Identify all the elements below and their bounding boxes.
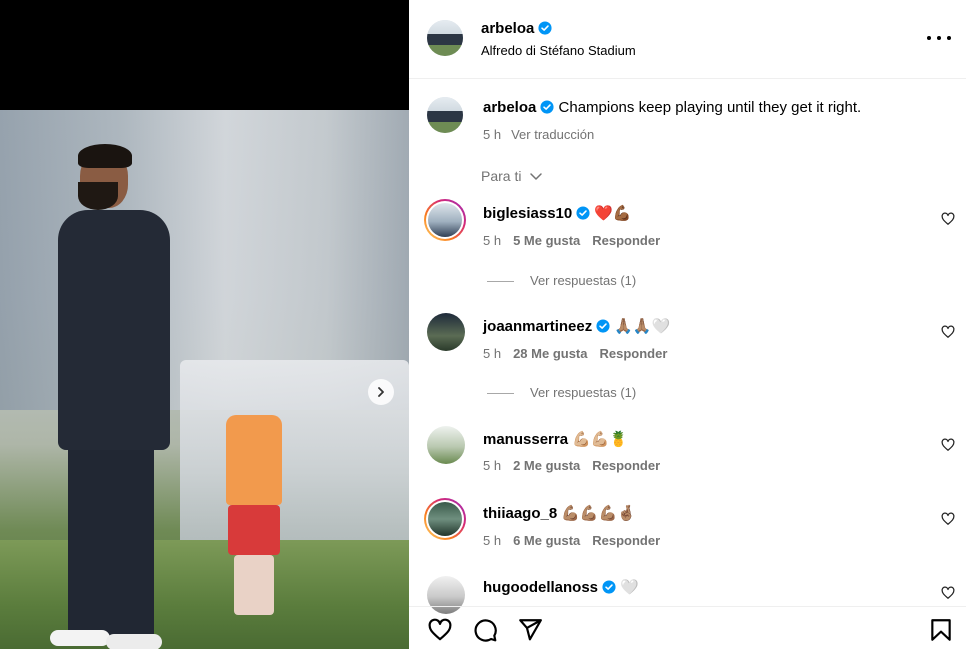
comment-text: 💪🏽💪🏽💪🏽🤞🏽 (561, 505, 636, 522)
post-location[interactable]: Alfredo di Stéfano Stadium (481, 43, 636, 58)
post-photo[interactable] (0, 110, 409, 649)
comment-avatar[interactable] (424, 498, 466, 540)
comment-time: 5 h (483, 458, 502, 473)
comment-meta: 5 h 5 Me gusta Responder (483, 233, 660, 248)
comment-icon[interactable] (472, 617, 498, 643)
view-replies-button[interactable]: Ver respuestas (1) (487, 385, 636, 400)
chevron-right-icon (378, 387, 384, 397)
comment-username[interactable]: biglesiass10 (483, 205, 572, 222)
chevron-down-icon (530, 173, 543, 180)
comment-meta: 5 h 28 Me gusta Responder (483, 346, 667, 361)
view-replies-label: Ver respuestas (1) (530, 385, 637, 400)
comment-meta: 5 h 2 Me gusta Responder (483, 458, 660, 473)
comment-username[interactable]: manusserra (483, 431, 568, 448)
comment-likes[interactable]: 28 Me gusta (513, 346, 587, 361)
post-media (0, 0, 409, 649)
author-username-text[interactable]: arbeloa (481, 20, 534, 37)
comment-like-icon[interactable] (941, 512, 955, 526)
action-bar (409, 606, 966, 649)
post-header: arbeloa Alfredo di Stéfano Stadium (409, 0, 966, 79)
heart-icon[interactable] (427, 617, 453, 643)
comment-like-icon[interactable] (941, 586, 955, 600)
comment-text: ❤️💪🏾 (594, 205, 632, 222)
comment-like-icon[interactable] (941, 325, 955, 339)
comment-time: 5 h (483, 233, 502, 248)
reply-button[interactable]: Responder (600, 346, 668, 361)
comment-row: joaanmartineez 🙏🏽🙏🏽🤍 (483, 317, 670, 335)
verified-badge-icon (538, 21, 552, 35)
comment-text: 🙏🏽🙏🏽🤍 (614, 318, 671, 335)
comment-avatar[interactable] (424, 199, 466, 241)
caption-username[interactable]: arbeloa (483, 99, 536, 116)
comment-likes[interactable]: 2 Me gusta (513, 458, 580, 473)
more-options-icon[interactable] (927, 28, 951, 48)
comment-row: hugoodellanoss 🤍 (483, 578, 639, 596)
verified-badge-icon (602, 580, 616, 594)
sort-dropdown[interactable]: Para ti (481, 168, 543, 184)
comment-like-icon[interactable] (941, 212, 955, 226)
verified-badge-icon (540, 100, 554, 114)
caption-text: Champions keep playing until they get it… (558, 99, 862, 116)
reply-button[interactable]: Responder (592, 458, 660, 473)
caption-meta: 5 h Ver traducción (483, 127, 594, 142)
photo-coach (50, 140, 180, 649)
caption-time: 5 h (483, 127, 502, 142)
comment-avatar[interactable] (427, 426, 465, 464)
comment-text: 💪🏼💪🏼🍍 (572, 431, 629, 448)
comment-meta: 5 h 6 Me gusta Responder (483, 533, 660, 548)
verified-badge-icon (576, 206, 590, 220)
comment-text: 🤍 (620, 579, 639, 596)
comment-username[interactable]: joaanmartineez (483, 318, 592, 335)
view-replies-button[interactable]: Ver respuestas (1) (487, 273, 636, 288)
view-replies-label: Ver respuestas (1) (530, 273, 637, 288)
author-avatar[interactable] (427, 20, 463, 56)
comment-likes[interactable]: 5 Me gusta (513, 233, 580, 248)
sort-label: Para ti (481, 168, 522, 184)
translate-link[interactable]: Ver traducción (511, 127, 594, 142)
comment-row: thiiaago_8 💪🏽💪🏽💪🏽🤞🏽 (483, 504, 636, 522)
comment-avatar[interactable] (427, 313, 465, 351)
share-icon[interactable] (517, 617, 543, 643)
comment-row: biglesiass10 ❤️💪🏾 (483, 204, 632, 222)
comment-username[interactable]: thiiaago_8 (483, 505, 557, 522)
caption-row: arbeloa Champions keep playing until the… (483, 99, 953, 116)
comment-like-icon[interactable] (941, 438, 955, 452)
reply-button[interactable]: Responder (592, 533, 660, 548)
next-slide-button[interactable] (368, 379, 394, 405)
comment-row: manusserra 💪🏼💪🏼🍍 (483, 430, 628, 448)
caption-avatar[interactable] (427, 97, 463, 133)
reply-button[interactable]: Responder (592, 233, 660, 248)
comment-time: 5 h (483, 533, 502, 548)
photo-player (218, 405, 288, 615)
author-username[interactable]: arbeloa (481, 20, 552, 37)
comment-likes[interactable]: 6 Me gusta (513, 533, 580, 548)
bookmark-icon[interactable] (928, 617, 954, 643)
post-panel: arbeloa Alfredo di Stéfano Stadium arbel… (409, 0, 966, 649)
comment-username[interactable]: hugoodellanoss (483, 579, 598, 596)
comment-time: 5 h (483, 346, 502, 361)
verified-badge-icon (596, 319, 610, 333)
